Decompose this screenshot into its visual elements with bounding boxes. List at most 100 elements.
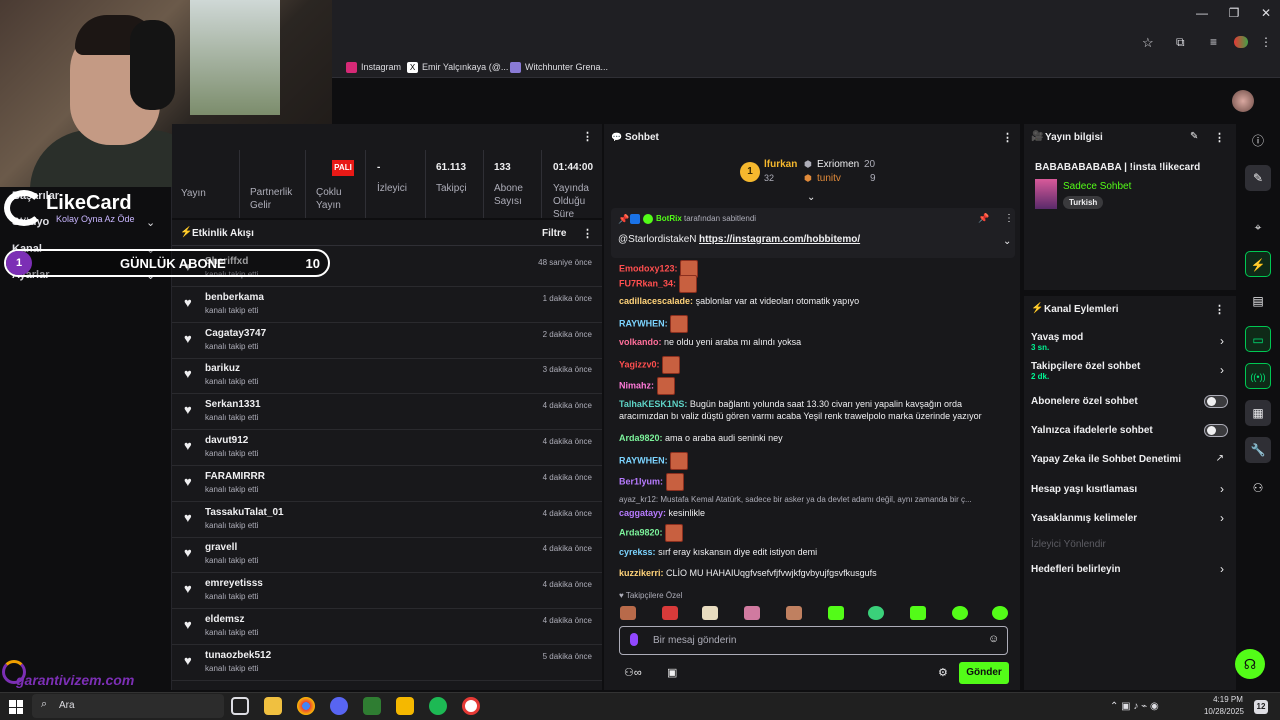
chat-input[interactable]: Bir mesaj gönderin ☺ — [619, 626, 1008, 655]
bookmark-instagram[interactable]: Instagram — [346, 60, 401, 74]
chat-username[interactable]: Emodoxy123: — [619, 263, 678, 273]
chat-username[interactable]: Ber1lyum: — [619, 476, 663, 486]
layout-icon[interactable]: ▦ — [1245, 400, 1271, 426]
chat-username[interactable]: cadillacescalade: — [619, 296, 693, 306]
chevron-down-icon[interactable]: ⌄ — [1003, 236, 1011, 247]
activity-row[interactable]: ♥ benberkama kanalı takip etti 1 dakika önc… — [172, 287, 602, 323]
emote-icon[interactable] — [656, 377, 675, 395]
emote-icon[interactable] — [662, 606, 678, 620]
activity-user[interactable]: eldemsz — [205, 614, 244, 625]
channel-points-icon[interactable]: ⚇∞ — [624, 666, 642, 679]
chat-username[interactable]: kuzzikerri: — [619, 568, 664, 578]
chrome-icon[interactable] — [297, 697, 315, 715]
chat-bubble-icon[interactable]: ▭ — [1245, 326, 1271, 352]
lightning-icon[interactable]: ⚡ — [1245, 251, 1271, 277]
bookmark-witchhunter[interactable]: Witchhunter Grena... — [510, 60, 608, 74]
wrench-icon[interactable]: 🔧 — [1245, 437, 1271, 463]
extensions-icon[interactable]: ⧉ — [1176, 35, 1185, 50]
chat-username[interactable]: cyrekss: — [619, 547, 656, 557]
action-ai-moderation[interactable]: Yapay Zeka ile Sohbet Denetimi — [1031, 454, 1231, 465]
broadcast-icon[interactable]: ((•)) — [1245, 363, 1271, 389]
chat-username[interactable]: FU7Rkan_34: — [619, 278, 676, 288]
emote-icon[interactable] — [992, 606, 1008, 620]
emote-icon[interactable] — [910, 606, 926, 620]
emoji-icon[interactable]: ☺ — [988, 633, 999, 645]
activity-row[interactable]: ♥ barikuz kanalı takip etti 3 dakika önce — [172, 358, 602, 395]
notification-badge[interactable]: 12 — [1254, 700, 1268, 714]
leaderboard-user[interactable]: tunitv — [817, 173, 841, 184]
chat-username[interactable]: caggatayy: — [619, 508, 666, 518]
close-icon[interactable]: ✕ — [1256, 6, 1276, 22]
obs-icon[interactable] — [462, 697, 480, 715]
activity-row[interactable]: ♥ FARAMIRRR kanalı takip etti 4 dakika önce — [172, 466, 602, 502]
send-button[interactable]: Gönder — [959, 662, 1009, 684]
more-icon[interactable]: ⋮ — [1214, 303, 1225, 316]
filter-button[interactable]: Filtre — [542, 228, 566, 239]
windows-start-icon[interactable] — [9, 700, 23, 714]
activity-row[interactable]: ♥ emreyetisss kanalı takip etti 4 dakika ön… — [172, 573, 602, 610]
emote-icon[interactable] — [702, 606, 718, 620]
emote-icon[interactable] — [952, 606, 968, 620]
emote-icon[interactable] — [662, 356, 681, 374]
edit-pencil-icon[interactable]: ✎ — [1190, 131, 1198, 142]
file-explorer-icon[interactable] — [264, 697, 282, 715]
info-icon[interactable]: ⓘ — [1245, 128, 1271, 154]
more-icon[interactable]: ⋮ — [1002, 131, 1013, 144]
bookmark-x[interactable]: X Emir Yalçınkaya (@... — [407, 60, 508, 74]
minimize-icon[interactable]: — — [1192, 6, 1212, 22]
chat-username[interactable]: RAYWHEN: — [619, 318, 668, 328]
activity-user[interactable]: gravell — [205, 542, 237, 553]
action-account-age[interactable]: Hesap yaşı kısıtlaması — [1031, 484, 1231, 495]
group-icon[interactable]: ⚇ — [1245, 475, 1271, 501]
support-headset-icon[interactable]: ☊ — [1235, 649, 1265, 679]
action-followers-only[interactable]: Takipçilere özel sohbet 2 dk. — [1031, 361, 1231, 381]
more-icon[interactable]: ⋮ — [1214, 131, 1225, 144]
mic-icon[interactable] — [630, 633, 638, 646]
emote-icon[interactable] — [665, 473, 684, 491]
emote-icon[interactable] — [665, 524, 684, 542]
action-slow-mode[interactable]: Yavaş mod 3 sn. — [1031, 332, 1231, 352]
activity-row[interactable]: ♥ TassakuTalat_01 kanalı takip etti 4 dakik… — [172, 502, 602, 538]
discord-icon[interactable] — [330, 697, 348, 715]
emote-icon[interactable] — [828, 606, 844, 620]
activity-user[interactable]: emreyetisss — [205, 578, 263, 589]
more-icon[interactable]: ⋮ — [1004, 213, 1014, 224]
bookmark-star-icon[interactable]: ☆ — [1142, 35, 1154, 51]
pinned-link[interactable]: https://instagram.com/hobbitemo/ — [699, 234, 860, 245]
chat-username[interactable]: TalhaKESK1NS: — [619, 399, 687, 409]
settings-gear-icon[interactable]: ⚙ — [938, 666, 948, 679]
app-icon[interactable] — [363, 697, 381, 715]
activity-user[interactable]: TassakuTalat_01 — [205, 507, 284, 518]
activity-row[interactable]: ♥ Serkan1331 kanalı takip etti 4 dakika önc… — [172, 394, 602, 431]
category-name[interactable]: Sadece Sohbet — [1063, 181, 1131, 192]
activity-user[interactable]: davut912 — [205, 435, 248, 446]
edit-pencil-icon[interactable]: ✎ — [1245, 165, 1271, 191]
pin-icon[interactable]: 📌 — [978, 213, 989, 224]
activity-user[interactable]: Serkan1331 — [205, 399, 261, 410]
avatar[interactable] — [1232, 90, 1254, 112]
activity-user[interactable]: Cagatay3747 — [205, 328, 266, 339]
clock-date[interactable]: 10/28/2025 — [1200, 707, 1248, 716]
activity-user[interactable]: tunaozbek512 — [205, 650, 271, 661]
emote-only-toggle[interactable] — [1204, 424, 1228, 437]
action-goals[interactable]: Hedefleri belirleyin — [1031, 564, 1231, 575]
activity-row[interactable]: ♥ Cagatay3747 kanalı takip etti 2 dakika ön… — [172, 323, 602, 359]
activity-user[interactable]: barikuz — [205, 363, 240, 374]
more-icon[interactable]: ⋮ — [582, 227, 593, 240]
more-icon[interactable]: ⋮ — [582, 130, 593, 143]
media-icon[interactable]: ≡ — [1210, 35, 1217, 49]
more-icon[interactable]: ⋮ — [1260, 35, 1272, 49]
system-tray-icons[interactable]: ⌃ ▣ ♪ ⌁ ◉ — [1110, 701, 1159, 712]
activity-user[interactable]: benberkama — [205, 292, 264, 303]
activity-row[interactable]: ♥ tunaozbek512 kanalı takip etti 5 dakika ö… — [172, 645, 602, 681]
activity-user[interactable]: FARAMIRRR — [205, 471, 265, 482]
emote-icon[interactable] — [670, 452, 689, 470]
chat-username[interactable]: Yagizzv0: — [619, 359, 660, 369]
emote-icon[interactable] — [678, 275, 697, 293]
chat-username[interactable]: RAYWHEN: — [619, 455, 668, 465]
target-icon[interactable]: ⌖ — [1245, 214, 1271, 240]
clock-time[interactable]: 4:19 PM — [1208, 695, 1248, 704]
subscribers-only-toggle[interactable] — [1204, 395, 1228, 408]
emote-icon[interactable] — [670, 315, 689, 333]
emote-icon[interactable] — [744, 606, 760, 620]
